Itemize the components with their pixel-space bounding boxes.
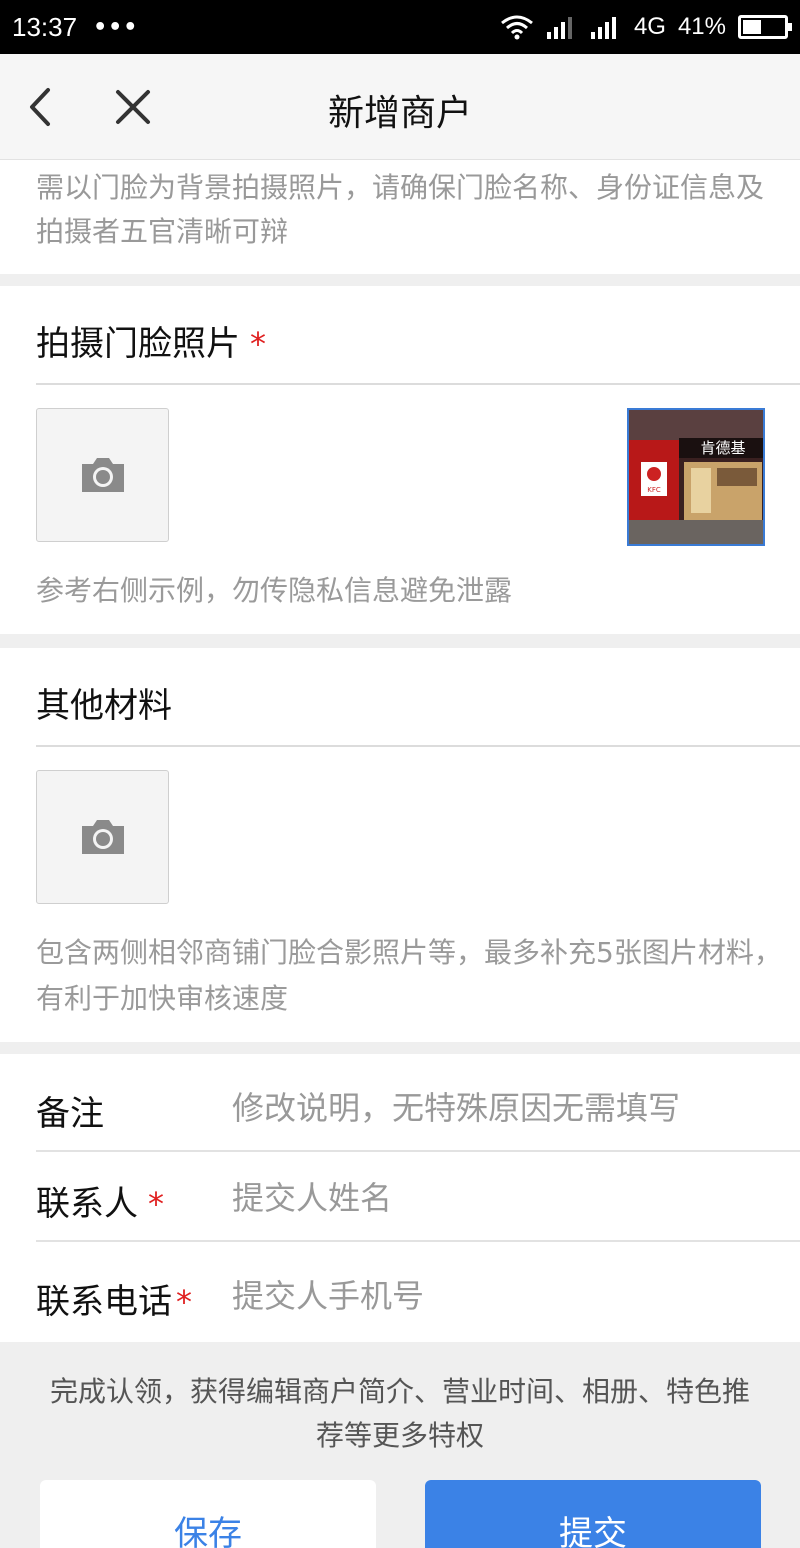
required-mark: * xyxy=(176,1283,192,1321)
network-type: 4G xyxy=(633,13,666,40)
status-bar: 13:37 ••• 4G 41% xyxy=(0,0,800,54)
camera-icon xyxy=(81,820,124,854)
camera-icon xyxy=(81,458,124,492)
phone-input[interactable] xyxy=(232,1268,792,1324)
contact-label-text: 联系人 xyxy=(36,1184,138,1224)
example-sign-text: 肯德基 xyxy=(700,439,745,457)
claim-benefits-text: 完成认领，获得编辑商户简介、营业时间、相册、特色推荐等更多特权 xyxy=(49,1375,750,1452)
other-materials-section: 其他材料 包含两侧相邻商铺门脸合影照片等，最多补充5张图片材料，有利于加快审核速… xyxy=(0,648,800,1042)
storefront-photo-section: 拍摄门脸照片 * 肯德基 KFC 参考右侧示例，勿传隐私信息避免泄露 xyxy=(0,286,800,634)
required-mark: * xyxy=(250,325,266,363)
submit-button[interactable]: 提交 xyxy=(425,1480,761,1548)
signal-icon xyxy=(546,17,572,39)
other-section-title: 其他材料 xyxy=(36,686,172,726)
section-gap xyxy=(0,634,800,648)
photo-notice: 需以门脸为背景拍摄照片，请确保门脸名称、身份证信息及拍摄者五官清晰可辩 xyxy=(0,160,800,274)
storefront-photo-upload[interactable] xyxy=(36,408,169,542)
phone-row: 联系电话 * xyxy=(0,1250,800,1340)
status-indicators: 4G 41% xyxy=(500,13,792,41)
storefront-title-label: 拍摄门脸照片 xyxy=(36,324,240,364)
section-gap xyxy=(0,1042,800,1054)
storefront-section-title: 拍摄门脸照片 * xyxy=(36,316,266,365)
footer: 完成认领，获得编辑商户简介、营业时间、相册、特色推荐等更多特权 保存 提交 xyxy=(0,1342,800,1548)
remark-input[interactable] xyxy=(232,1080,792,1136)
storefront-hint: 参考右侧示例，勿传隐私信息避免泄露 xyxy=(36,574,513,607)
divider xyxy=(36,383,800,385)
nav-bar: 新增商户 xyxy=(0,54,800,160)
example-logo-text: KFC xyxy=(647,486,661,494)
phone-label: 联系电话 * xyxy=(36,1274,192,1323)
remark-row: 备注 xyxy=(0,1062,800,1152)
example-storefront-image[interactable]: 肯德基 KFC xyxy=(627,408,765,546)
required-mark: * xyxy=(148,1185,164,1223)
save-button[interactable]: 保存 xyxy=(40,1480,376,1548)
battery-percent: 41% xyxy=(677,13,726,40)
section-gap xyxy=(0,274,800,286)
wifi-icon xyxy=(501,15,533,40)
divider xyxy=(36,1240,800,1242)
page-title: 新增商户 xyxy=(327,93,472,134)
contact-name-input[interactable] xyxy=(232,1170,792,1226)
notification-dots-icon: ••• xyxy=(93,14,139,40)
signal-icon-2 xyxy=(590,17,616,39)
divider xyxy=(36,745,800,747)
other-materials-hint: 包含两侧相邻商铺门脸合影照片等，最多补充5张图片材料，有利于加快审核速度 xyxy=(36,936,782,1015)
contact-row: 联系人 * xyxy=(0,1152,800,1242)
battery-icon xyxy=(738,15,792,39)
storefront-example-picture: 肯德基 KFC xyxy=(629,410,763,544)
phone-label-text: 联系电话 xyxy=(36,1282,172,1322)
other-materials-upload[interactable] xyxy=(36,770,169,904)
remark-label: 备注 xyxy=(36,1094,104,1134)
contact-label: 联系人 * xyxy=(36,1176,164,1225)
status-time: 13:37 xyxy=(12,11,78,42)
battery-level xyxy=(743,20,762,34)
